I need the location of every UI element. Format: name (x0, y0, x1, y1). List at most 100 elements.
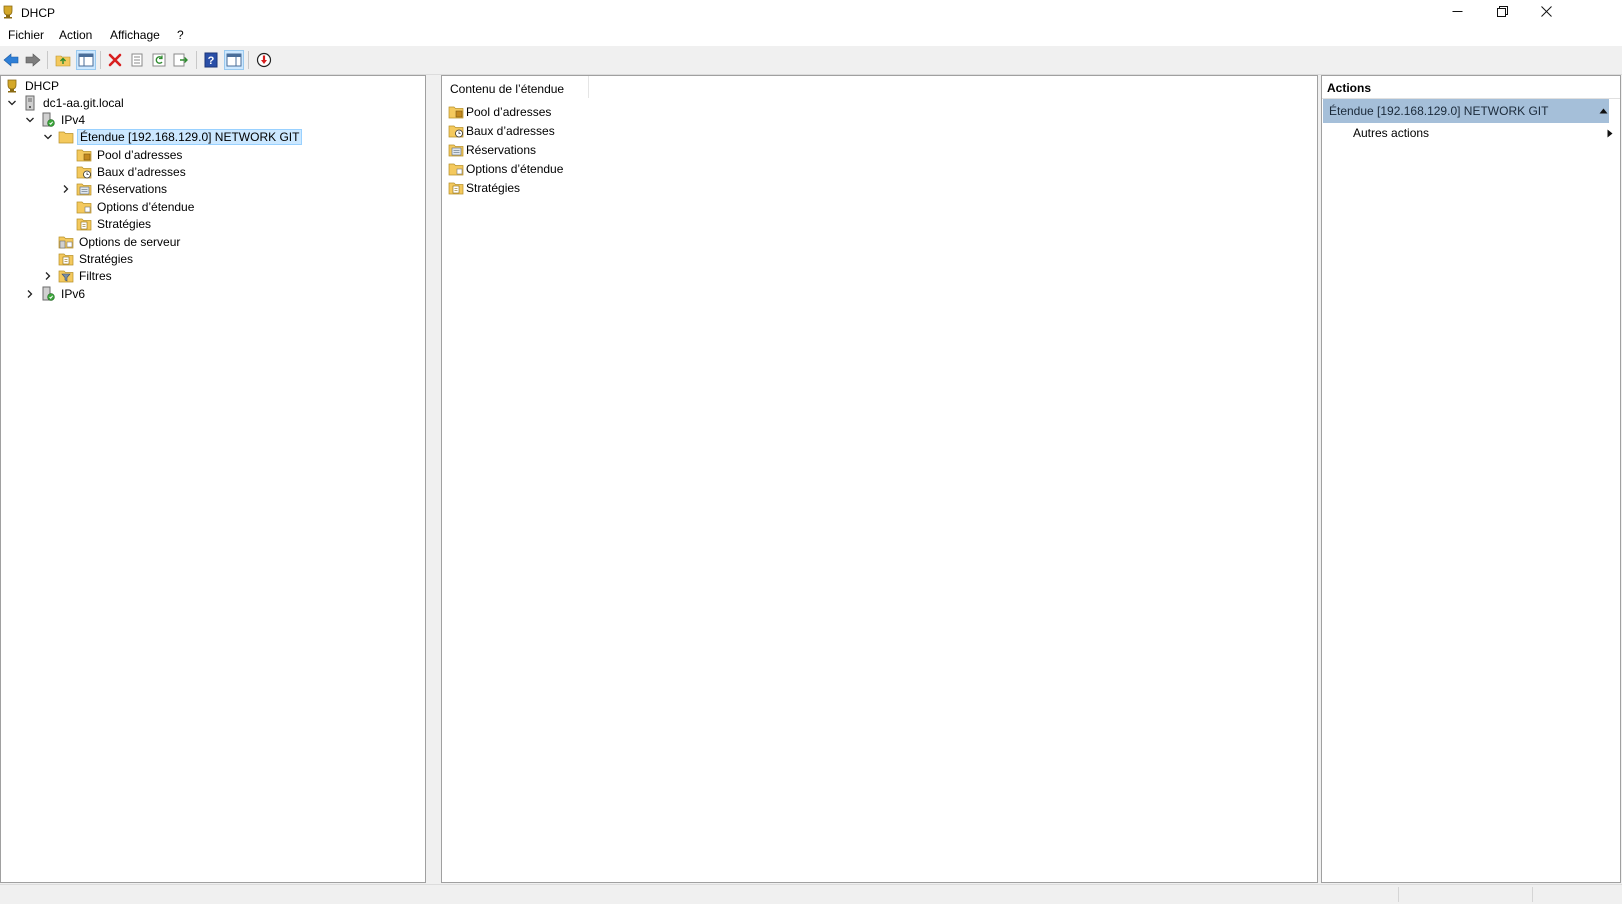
menu-action[interactable]: Action (59, 28, 92, 42)
address-pool-icon (448, 104, 464, 120)
dhcp-app-icon (1, 5, 15, 19)
actions-section-scope[interactable]: Étendue [192.168.129.0] NETWORK GIT (1323, 99, 1609, 123)
status-segment (1398, 887, 1399, 902)
back-button[interactable] (1, 50, 21, 70)
show-hide-action-pane-button[interactable] (224, 50, 244, 70)
tree-item-ipv6[interactable]: IPv6 (24, 285, 87, 302)
tree-item-address-leases[interactable]: Baux d’adresses (76, 163, 188, 180)
collapse-up-icon[interactable] (1599, 108, 1608, 114)
list-item[interactable]: Baux d’adresses (448, 122, 555, 140)
help-button[interactable]: ? (201, 50, 221, 70)
show-hide-tree-button[interactable] (76, 50, 96, 70)
restore-icon (1496, 6, 1508, 17)
refresh-icon (152, 53, 166, 67)
tree-item-dhcp[interactable]: DHCP (4, 77, 61, 94)
tree-label: IPv4 (61, 112, 86, 127)
stop-server-icon (256, 52, 272, 68)
address-leases-icon (448, 123, 464, 139)
help-icon: ? (204, 52, 218, 68)
restore-button[interactable] (1479, 0, 1525, 25)
tree-label: Filtres (79, 268, 112, 283)
toolbar-separator (100, 51, 101, 69)
list-item-label: Options d’étendue (466, 162, 564, 176)
tree-item-reservations[interactable]: Réservations (60, 180, 169, 197)
actions-pane: Actions Étendue [192.168.129.0] NETWORK … (1321, 75, 1621, 883)
title-bar: DHCP (0, 0, 1622, 25)
toolbar-separator (47, 51, 48, 69)
list-item-label: Baux d’adresses (466, 124, 555, 138)
filter-icon (58, 268, 74, 284)
chevron-right-icon[interactable] (42, 270, 54, 282)
tree-item-ipv4[interactable]: IPv4 (24, 111, 87, 128)
address-leases-icon (76, 164, 92, 180)
svg-text:?: ? (208, 55, 215, 67)
tree-item-filters[interactable]: Filtres (42, 267, 114, 284)
list-item[interactable]: Pool d’adresses (448, 103, 551, 121)
tree-label: Pool d’adresses (97, 147, 183, 162)
minimize-button[interactable] (1434, 0, 1480, 25)
other-actions-item[interactable]: Autres actions (1353, 126, 1429, 140)
tree-item-server[interactable]: dc1-aa.git.local (6, 94, 126, 111)
menu-affichage[interactable]: Affichage (110, 28, 160, 42)
chevron-right-icon[interactable] (24, 288, 36, 300)
actions-section-label: Étendue [192.168.129.0] NETWORK GIT (1329, 104, 1549, 118)
close-button[interactable] (1523, 0, 1569, 25)
tree-label: Options d’étendue (97, 199, 195, 214)
list-item[interactable]: Stratégies (448, 179, 520, 197)
address-pool-icon (76, 147, 92, 163)
tree-label: Réservations (97, 181, 168, 196)
chevron-right-icon[interactable] (60, 183, 72, 195)
status-segment (1532, 887, 1533, 902)
reservations-icon (448, 142, 464, 158)
tree-item-address-pool[interactable]: Pool d’adresses (76, 146, 184, 163)
tree-label: Stratégies (97, 216, 152, 231)
menu-bar: Fichier Action Affichage ? (0, 25, 1622, 46)
policies-icon (76, 216, 92, 232)
tree-pane: DHCP dc1-aa.git.local IPv4 Étendue [192.… (0, 75, 426, 883)
scope-options-icon (76, 199, 92, 215)
minimize-icon (1452, 11, 1462, 12)
list-item-label: Pool d’adresses (466, 105, 552, 119)
policies-icon (58, 251, 74, 267)
list-item-label: Réservations (466, 143, 537, 157)
server-icon (22, 95, 38, 111)
tree-label: Stratégies (79, 251, 134, 266)
menu-help[interactable]: ? (177, 28, 184, 42)
chevron-down-icon[interactable] (6, 97, 18, 109)
tree-label: DHCP (25, 78, 60, 93)
list-item[interactable]: Réservations (448, 141, 536, 159)
back-arrow-icon (3, 53, 19, 67)
policies-icon (448, 180, 464, 196)
other-actions-label: Autres actions (1353, 126, 1430, 140)
ipv4-icon (40, 112, 56, 128)
tree-item-server-options[interactable]: Options de serveur (58, 233, 182, 250)
forward-button[interactable] (23, 50, 43, 70)
window-title: DHCP (21, 6, 56, 20)
delete-button[interactable] (105, 50, 125, 70)
tree-item-scope-policies[interactable]: Stratégies (76, 215, 153, 232)
reservations-icon (76, 181, 92, 197)
toolbar-separator (248, 51, 249, 69)
list-item[interactable]: Options d’étendue (448, 160, 563, 178)
export-list-button[interactable] (171, 50, 191, 70)
up-folder-icon (55, 55, 71, 67)
toolbar: ? (0, 47, 1622, 75)
tree-label-selected: Étendue [192.168.129.0] NETWORK GIT (77, 128, 303, 145)
delete-icon (108, 53, 122, 67)
refresh-button[interactable] (149, 50, 169, 70)
column-header[interactable]: Contenu de l’étendue (442, 76, 589, 98)
show-hide-action-pane-icon (226, 53, 242, 67)
tree-label: IPv6 (61, 286, 86, 301)
properties-button[interactable] (127, 50, 147, 70)
properties-icon (131, 53, 143, 67)
tree-label: Baux d’adresses (97, 164, 186, 179)
chevron-down-icon[interactable] (24, 114, 36, 126)
stop-server-button[interactable] (254, 50, 274, 70)
menu-fichier[interactable]: Fichier (8, 28, 44, 42)
up-one-level-button[interactable] (53, 50, 73, 70)
tree-item-scope-options[interactable]: Options d’étendue (76, 198, 196, 215)
chevron-down-icon[interactable] (42, 131, 54, 143)
tree-item-policies[interactable]: Stratégies (58, 250, 135, 267)
tree-item-scope[interactable]: Étendue [192.168.129.0] NETWORK GIT (42, 128, 303, 145)
list-item-label: Stratégies (466, 181, 521, 195)
